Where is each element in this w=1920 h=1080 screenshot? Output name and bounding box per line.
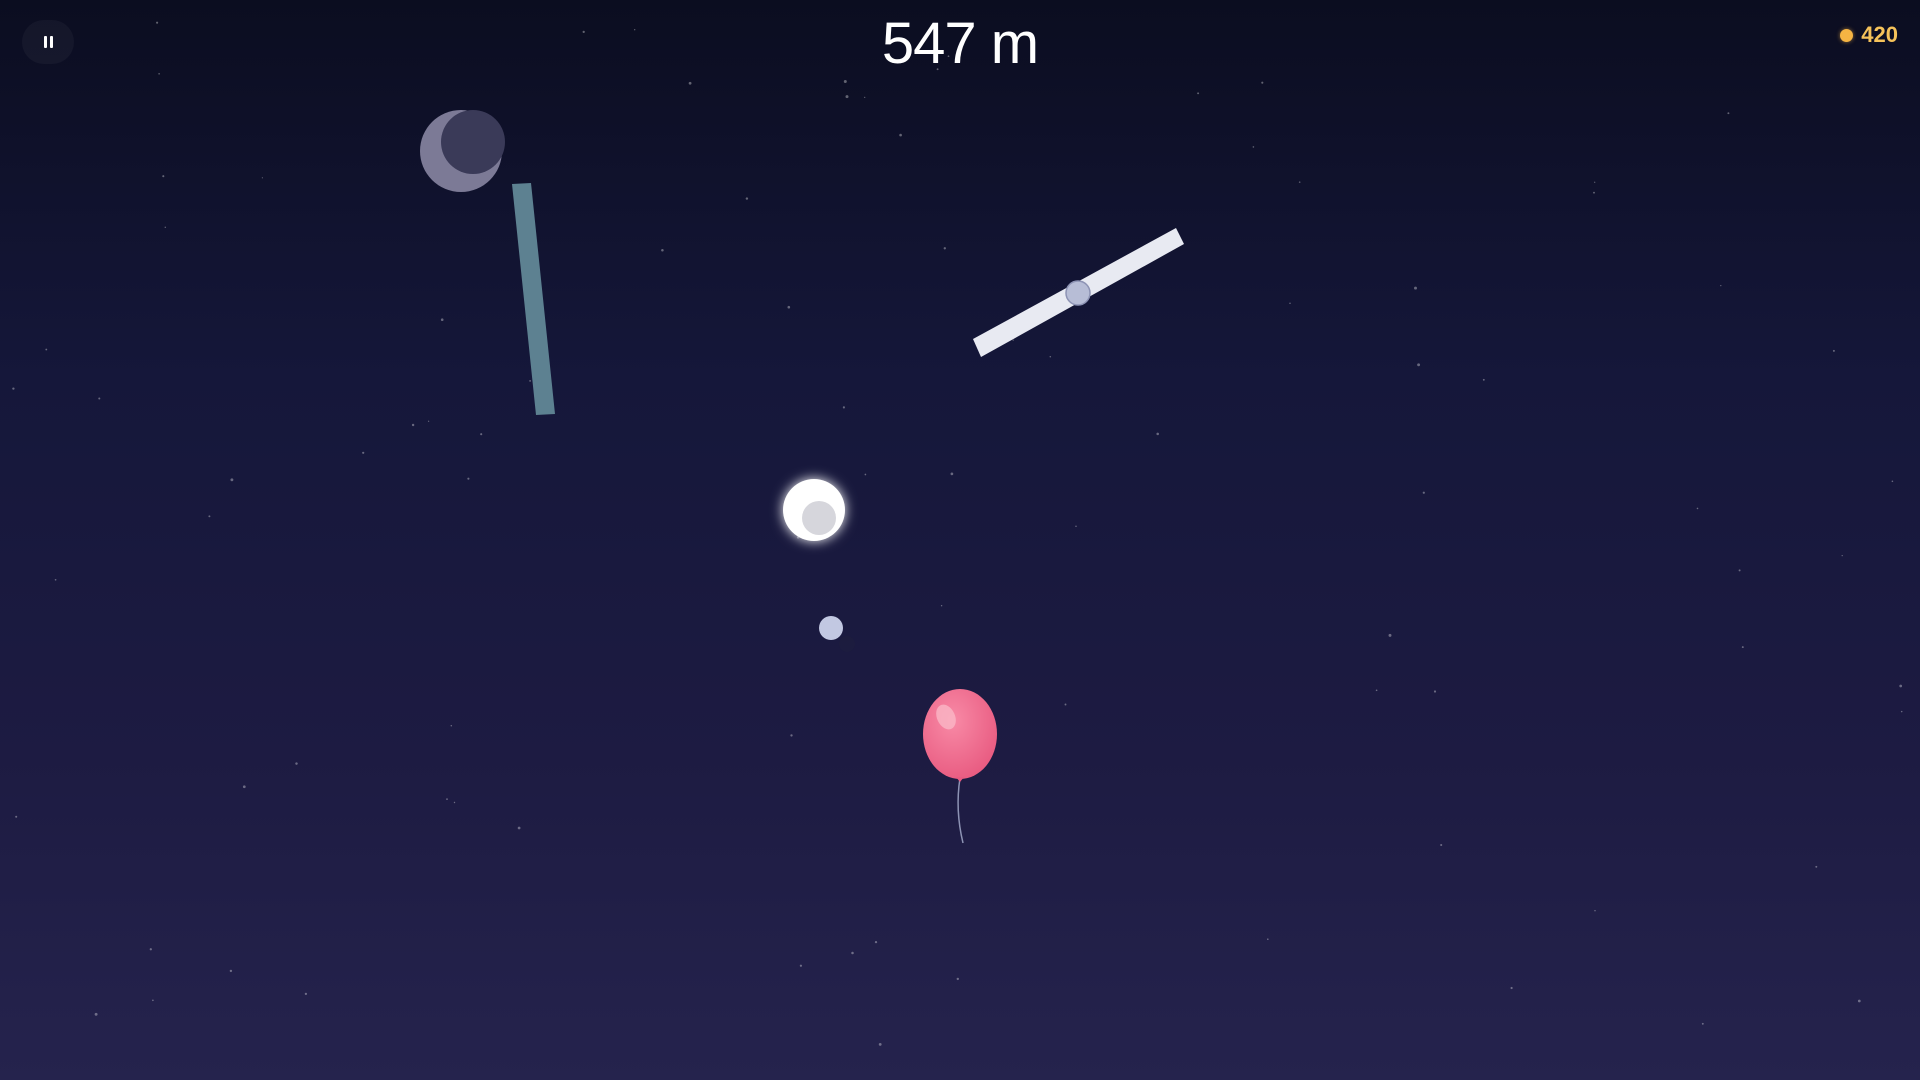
star	[688, 81, 692, 85]
star	[467, 477, 470, 480]
star	[874, 940, 878, 944]
star	[152, 999, 154, 1002]
star	[229, 969, 233, 973]
star	[1375, 689, 1378, 692]
star	[1197, 92, 1200, 95]
star	[1720, 284, 1722, 287]
star	[94, 1012, 98, 1016]
star	[1261, 81, 1264, 84]
star	[1900, 710, 1903, 713]
star	[1252, 146, 1255, 148]
star	[864, 473, 867, 476]
coin-icon	[1840, 28, 1854, 42]
small-orb	[819, 616, 855, 652]
star	[1433, 690, 1437, 693]
player-balloon[interactable]	[923, 689, 997, 844]
star	[1414, 286, 1417, 290]
star	[864, 96, 866, 99]
star	[943, 247, 946, 250]
star	[440, 318, 444, 322]
star	[1012, 339, 1014, 341]
star	[1727, 112, 1730, 115]
star	[45, 348, 48, 351]
star	[304, 992, 308, 996]
star	[1388, 633, 1392, 637]
star	[98, 397, 101, 400]
star	[1593, 191, 1595, 194]
teal-plank-obstacle	[512, 183, 555, 415]
star	[1841, 554, 1843, 557]
star	[1298, 181, 1301, 183]
game-scene	[12, 21, 1903, 1046]
star	[899, 133, 902, 137]
plank-pivot	[1065, 280, 1091, 306]
balloon-string	[957, 777, 964, 844]
star	[1510, 986, 1513, 990]
star	[787, 305, 791, 309]
star	[1701, 1022, 1704, 1025]
star	[851, 951, 854, 955]
star	[164, 226, 167, 229]
star	[12, 387, 15, 390]
star	[15, 815, 18, 818]
star	[1857, 999, 1861, 1003]
star	[1049, 356, 1052, 358]
star	[242, 785, 246, 789]
star	[1696, 507, 1699, 510]
moon-obstacle	[420, 110, 505, 192]
star	[54, 578, 57, 581]
distance-counter: 547 m	[881, 11, 1039, 76]
star	[517, 826, 521, 830]
star	[956, 977, 960, 981]
glowing-orb	[783, 479, 845, 541]
star	[427, 420, 430, 422]
star	[208, 515, 211, 518]
star	[790, 734, 793, 737]
star	[1899, 684, 1903, 688]
star	[480, 433, 483, 436]
star	[1064, 703, 1067, 706]
star	[950, 472, 954, 476]
star	[799, 964, 803, 967]
star	[1156, 432, 1159, 436]
star-field	[12, 21, 1903, 1046]
star	[453, 801, 456, 804]
star	[1266, 938, 1269, 941]
star	[1815, 865, 1818, 868]
star	[529, 380, 531, 382]
coin-count: 420	[1861, 22, 1898, 47]
star	[411, 423, 415, 427]
star	[450, 724, 453, 727]
star	[1594, 181, 1596, 183]
star	[230, 478, 234, 482]
star	[1075, 525, 1077, 527]
star	[1594, 909, 1596, 912]
star	[845, 95, 849, 99]
star	[1891, 480, 1894, 483]
star	[261, 177, 263, 179]
star	[843, 80, 847, 83]
star	[1832, 349, 1835, 352]
star	[295, 762, 298, 765]
star	[1482, 378, 1485, 381]
star	[940, 605, 943, 607]
star	[1741, 646, 1744, 649]
star	[446, 798, 448, 800]
star	[878, 1043, 882, 1046]
rotating-white-plank-obstacle	[973, 228, 1184, 357]
star	[362, 451, 365, 454]
star	[1289, 302, 1291, 305]
star	[1417, 363, 1421, 367]
coin-counter: 420	[1840, 22, 1898, 48]
star	[149, 948, 152, 951]
star	[842, 406, 845, 409]
star	[745, 197, 749, 200]
star	[1422, 491, 1425, 494]
star	[162, 175, 165, 178]
star	[1738, 569, 1741, 572]
star	[1440, 843, 1443, 847]
star	[661, 249, 664, 252]
